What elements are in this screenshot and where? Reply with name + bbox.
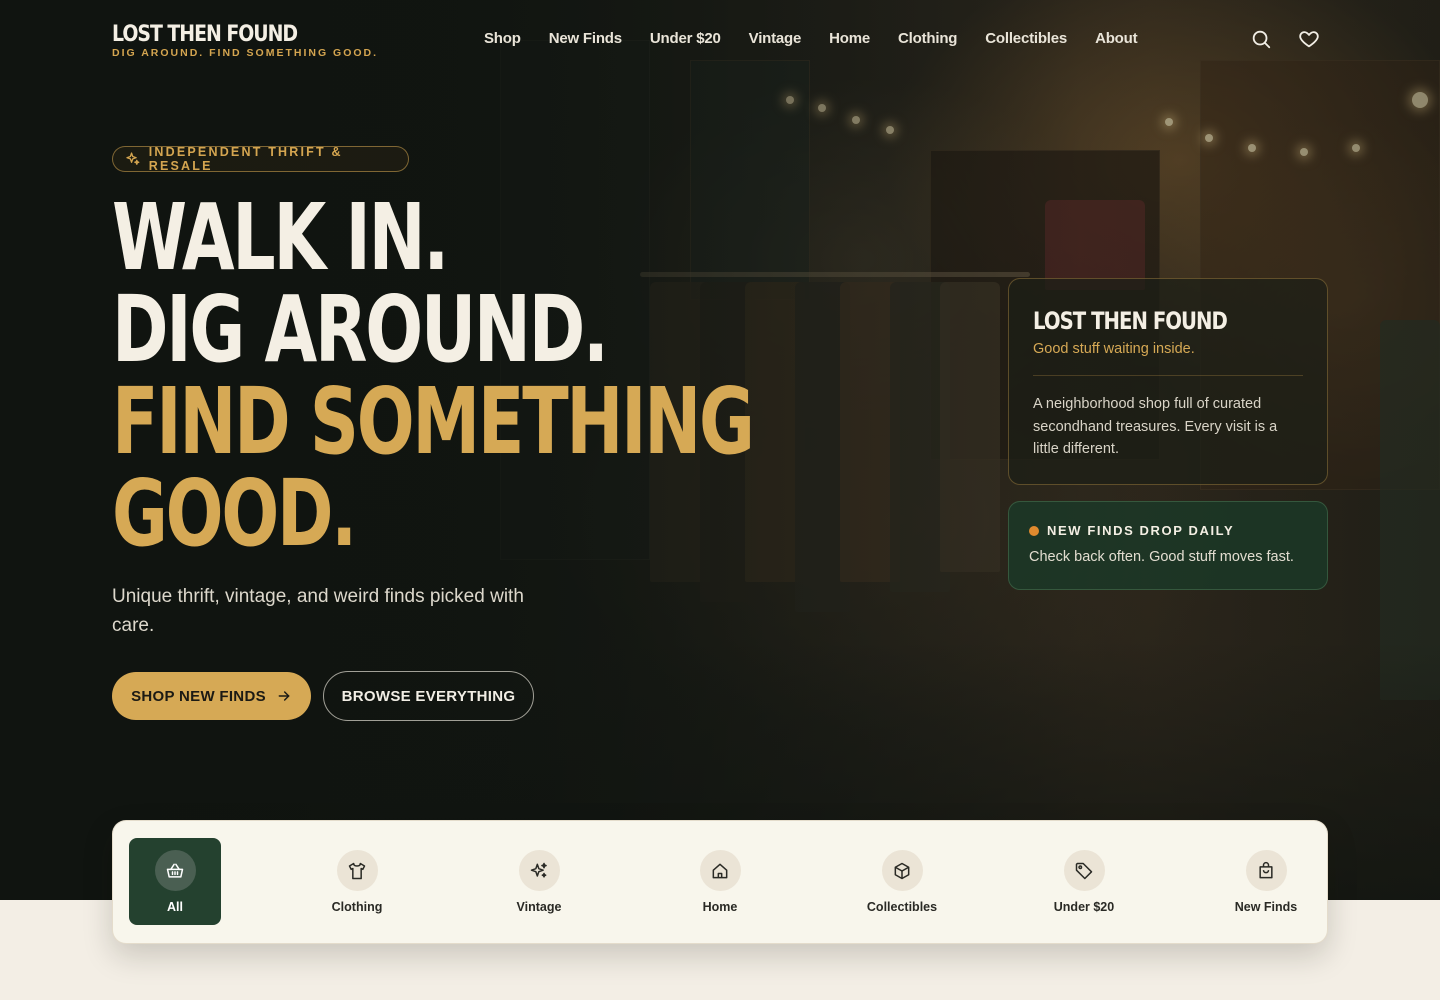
nav-link-clothing[interactable]: Clothing xyxy=(898,30,957,47)
box-icon xyxy=(894,862,910,879)
nav-link-collectibles[interactable]: Collectibles xyxy=(985,30,1067,47)
basket-icon xyxy=(166,863,184,878)
category-under-20[interactable]: Under $20 xyxy=(1038,838,1130,925)
hero-badge-text: INDEPENDENT THRIFT & RESALE xyxy=(148,145,343,173)
hero-badge: INDEPENDENT THRIFT & RESALE xyxy=(112,145,409,173)
category-home[interactable]: Home xyxy=(674,838,766,925)
nav-link-home[interactable]: Home xyxy=(829,30,870,47)
hero-subtitle: Unique thrift, vintage, and weird finds … xyxy=(112,586,524,636)
nav-link-shop[interactable]: Shop xyxy=(484,30,521,47)
category-all[interactable]: All xyxy=(129,838,221,925)
heart-icon[interactable] xyxy=(1298,28,1320,50)
category-collectibles[interactable]: Collectibles xyxy=(856,838,948,925)
search-icon[interactable] xyxy=(1250,28,1272,50)
headline-line-4: GOOD. xyxy=(112,460,357,567)
sparkles-icon xyxy=(126,152,140,165)
category-label: Home xyxy=(702,900,738,914)
nav-link-about[interactable]: About xyxy=(1095,30,1138,47)
store-info-card: LOST THEN FOUND Good stuff waiting insid… xyxy=(1008,278,1328,485)
category-label: Clothing xyxy=(331,900,383,914)
category-vintage[interactable]: Vintage xyxy=(493,838,585,925)
category-clothing[interactable]: Clothing xyxy=(311,838,403,925)
tag-icon xyxy=(1075,862,1093,879)
headline-line-2: DIG AROUND. xyxy=(112,276,609,383)
hero-headline: WALK IN. DIG AROUND. FIND SOMETHING GOOD… xyxy=(112,184,755,567)
nav-actions xyxy=(1250,28,1320,50)
status-dot xyxy=(1029,526,1039,536)
nav-link-vintage[interactable]: Vintage xyxy=(749,30,802,47)
category-bar: All Clothing Vintage Home Collectibles U… xyxy=(112,820,1328,944)
brand-name: LOST THEN FOUND xyxy=(112,22,298,47)
nav-links: Shop New Finds Under $20 Vintage Home Cl… xyxy=(484,30,1165,47)
home-icon xyxy=(712,863,728,878)
category-label: Under $20 xyxy=(1053,900,1115,914)
hero-section: LOST THEN FOUND DIG AROUND. FIND SOMETHI… xyxy=(0,0,1440,900)
category-label: New Finds xyxy=(1234,900,1298,914)
headline-line-1: WALK IN. xyxy=(112,184,449,291)
info-card-body: A neighborhood shop full of curated seco… xyxy=(1033,396,1278,457)
category-new-finds[interactable]: New Finds xyxy=(1220,838,1312,925)
nav-link-new-finds[interactable]: New Finds xyxy=(549,30,622,47)
category-label: Collectibles xyxy=(866,900,938,914)
sparkles-icon xyxy=(530,862,547,878)
info-card-divider xyxy=(1033,375,1303,376)
category-label: All xyxy=(167,900,183,914)
info-card-subtitle: Good stuff waiting inside. xyxy=(1033,341,1195,357)
browse-everything-button[interactable]: BROWSE EVERYTHING xyxy=(323,671,534,721)
brand-tagline: DIG AROUND. FIND SOMETHING GOOD. xyxy=(112,47,379,59)
info-card-title: LOST THEN FOUND xyxy=(1033,307,1228,335)
arrow-right-icon xyxy=(278,691,290,701)
top-navigation: LOST THEN FOUND DIG AROUND. FIND SOMETHI… xyxy=(112,20,1328,64)
notice-body: Check back often. Good stuff moves fast. xyxy=(1029,549,1294,565)
shop-new-finds-label: SHOP NEW FINDS xyxy=(131,687,266,705)
category-label: Vintage xyxy=(516,900,562,914)
shirt-icon xyxy=(348,862,366,879)
headline-line-3: FIND SOMETHING xyxy=(112,368,755,475)
notice-title: NEW FINDS DROP DAILY xyxy=(1047,523,1235,538)
new-finds-notice: NEW FINDS DROP DAILY Check back often. G… xyxy=(1008,501,1328,590)
bag-icon xyxy=(1259,861,1273,878)
shop-new-finds-button[interactable]: SHOP NEW FINDS xyxy=(112,672,311,720)
nav-link-under-20[interactable]: Under $20 xyxy=(650,30,721,47)
